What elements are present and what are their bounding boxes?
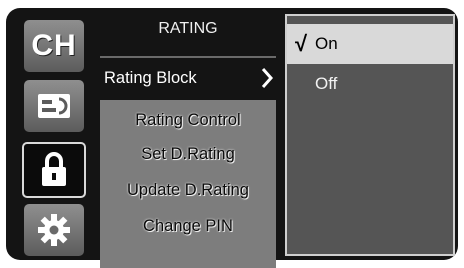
menu-item-change-pin[interactable]: Change PIN [96,208,280,244]
menu-item-update-d-rating[interactable]: Update D.Rating [96,172,280,208]
option-label: Off [315,74,338,93]
menu-item-rating-control[interactable]: Rating Control [96,102,280,138]
lock-icon [42,152,66,186]
menu-item-label: Change PIN [143,216,233,235]
option-on[interactable]: √ On [287,24,453,64]
menu-item-label: Rating Block [104,68,197,87]
menu-item-set-d-rating[interactable]: Set D.Rating [96,136,280,172]
rating-menu: RATING Rating Block Rating Control Set D… [96,14,280,268]
option-label: On [315,34,338,53]
ch-label: CH [31,29,77,62]
input-category-button[interactable] [24,80,84,132]
category-icon-column: CH [14,14,96,256]
title-divider [100,56,276,58]
option-off[interactable]: Off [287,64,453,104]
menu-item-label: Update D.Rating [127,180,249,199]
chevron-right-icon [261,68,274,88]
menu-item-label: Rating Control [135,110,241,129]
input-source-icon [38,94,70,118]
menu-item-label: Set D.Rating [141,144,235,163]
lock-category-button[interactable] [22,142,86,198]
menu-title: RATING [158,20,218,37]
menu-item-rating-block[interactable]: Rating Block [96,60,280,96]
channel-category-button[interactable]: CH [24,20,84,72]
options-panel: √ On Off [285,14,455,256]
setup-category-button[interactable] [24,204,84,256]
checkmark-icon: √ [294,31,308,56]
gear-icon [38,214,70,246]
